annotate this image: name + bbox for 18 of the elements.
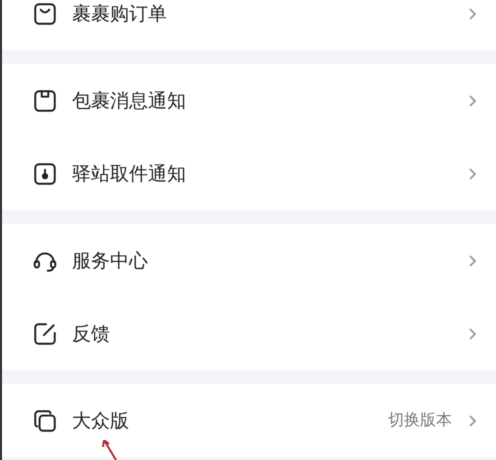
edit-icon [32,320,58,346]
item-value: 切换版本 [388,410,452,431]
menu-item[interactable]: 反馈 [2,297,496,370]
item-label: 服务中心 [72,248,149,274]
item-label: 反馈 [72,322,111,346]
item-label: 大众版 [72,408,130,434]
item-label: 裹裹购订单 [72,2,168,26]
menu-item[interactable]: 驿站取件通知 [2,137,496,210]
copy-icon [32,408,58,434]
menu-item[interactable]: 大众版 切换版本 [2,384,496,457]
bag-icon [32,0,58,26]
menu-item[interactable]: 包裹消息通知 [2,64,496,137]
box-icon [32,160,58,186]
box-icon [32,88,58,114]
item-label: 包裹消息通知 [72,88,187,114]
item-label: 驿站取件通知 [72,162,187,186]
menu-item[interactable]: 裹裹购订单 [2,0,496,50]
menu-item[interactable]: 服务中心 [2,224,496,297]
